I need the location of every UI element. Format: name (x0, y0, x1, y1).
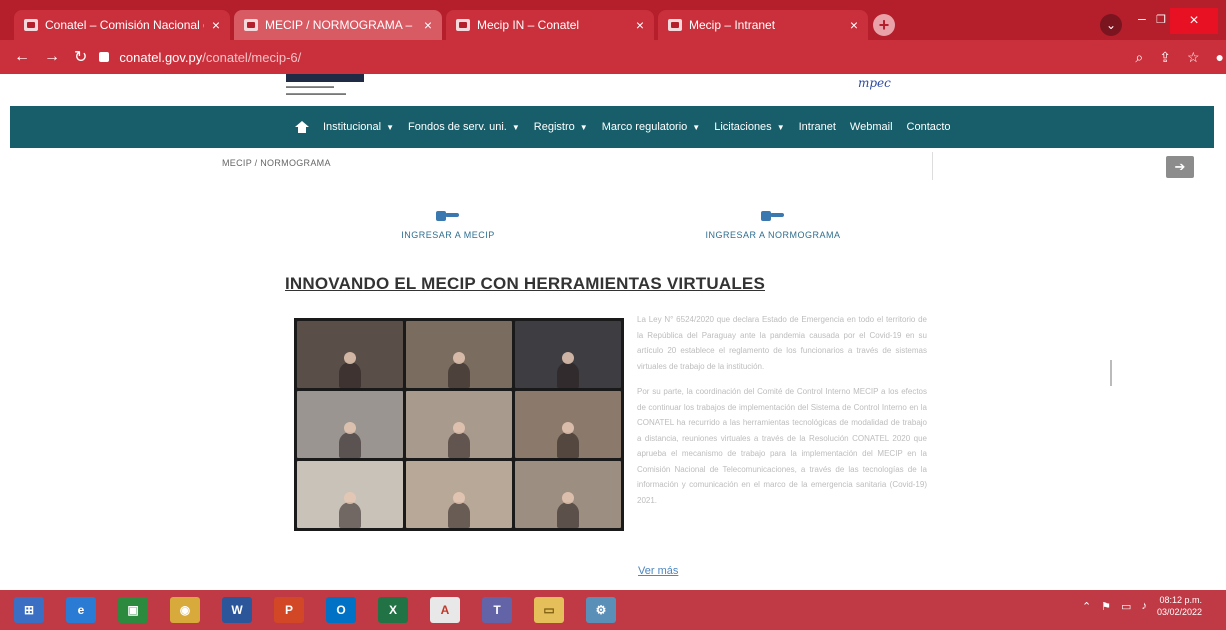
article-paragraph: La Ley N° 6524/2020 que declara Estado d… (637, 315, 927, 371)
tray-chevron-up-icon[interactable]: ⌃ (1082, 600, 1091, 613)
system-clock[interactable]: 08:12 p.m. 03/02/2022 (1157, 594, 1202, 618)
volume-icon[interactable]: ♪ (1141, 600, 1147, 612)
nav-item-fondos[interactable]: Fondos de serv. uni. ▼ (408, 121, 520, 133)
conatel-favicon-icon (24, 19, 38, 31)
participant-tile (406, 321, 512, 388)
tab-search-chevron-down-icon[interactable]: ⌄ (1100, 14, 1122, 36)
participant-tile (406, 461, 512, 528)
conatel-logo[interactable]: ▬▬▬▬▬▬▬▬ ▬▬▬▬▬▬▬▬▬▬ (286, 74, 364, 97)
clock-date: 03/02/2022 (1156, 607, 1202, 617)
scroll-indicator (1110, 360, 1112, 386)
excel-icon[interactable]: X (378, 597, 408, 623)
internet-explorer-icon[interactable]: e (66, 597, 96, 623)
windows-taskbar: ⊞ e ▣ ◉ W P O X A T ▭ ⚙ ⌃ ⚑ ▭ ♪ 08:12 p.… (0, 590, 1226, 630)
close-tab-icon[interactable]: × (424, 17, 432, 33)
tab-mecip-in[interactable]: Mecip IN – Conatel × (446, 10, 654, 40)
nav-item-webmail[interactable]: Webmail (850, 121, 893, 133)
tab-label: MECIP / NORMOGRAMA – Conat (265, 18, 416, 32)
nav-item-registro[interactable]: Registro ▼ (534, 121, 588, 133)
browser-tab-strip: Conatel – Comisión Nacional de × MECIP /… (0, 0, 1226, 40)
windows-start-icon[interactable]: ⊞ (14, 597, 44, 623)
store-icon[interactable]: ▣ (118, 597, 148, 623)
participant-tile (515, 321, 621, 388)
url-host: conatel.gov.py (119, 49, 203, 65)
network-settings-icon[interactable]: ⚙ (586, 597, 616, 623)
reload-icon[interactable]: ↻ (74, 47, 87, 67)
close-window-button[interactable]: × (1170, 8, 1218, 34)
site-header: ▬▬▬▬▬▬▬▬ ▬▬▬▬▬▬▬▬▬▬ mpec (0, 74, 1226, 106)
outlook-icon[interactable]: O (326, 597, 356, 623)
participant-tile (515, 391, 621, 458)
system-tray: ⌃ ⚑ ▭ ♪ 08:12 p.m. 03/02/2022 (1082, 594, 1202, 618)
tab-mecip-normograma[interactable]: MECIP / NORMOGRAMA – Conat × (234, 10, 442, 40)
nav-item-intranet[interactable]: Intranet (799, 121, 836, 133)
participant-tile (406, 391, 512, 458)
nav-item-marco-regulatorio[interactable]: Marco regulatorio ▼ (602, 121, 701, 133)
nav-item-contacto[interactable]: Contacto (907, 121, 951, 133)
close-tab-icon[interactable]: × (212, 17, 220, 33)
tab-label: Conatel – Comisión Nacional de (45, 18, 204, 32)
maximize-button[interactable]: ❐ (1156, 13, 1166, 26)
participant-tile (297, 391, 403, 458)
main-navbar: Institucional ▼ Fondos de serv. uni. ▼ Reg… (10, 106, 1214, 148)
next-arrow-button[interactable]: ➔ (1166, 156, 1194, 178)
chevron-down-icon: ▼ (692, 122, 701, 132)
entry-label: INGRESAR A MECIP (401, 230, 495, 240)
minimize-button[interactable]: – (1138, 10, 1146, 26)
profile-avatar-icon[interactable]: ● (1216, 49, 1224, 65)
article-title: INNOVANDO EL MECIP CON HERRAMIENTAS VIRT… (285, 274, 765, 293)
breadcrumb: MECIP / NORMOGRAMA (222, 158, 331, 168)
flag-icon[interactable]: ⚑ (1101, 600, 1111, 613)
share-icon[interactable]: ⇪ (1159, 49, 1171, 66)
chevron-down-icon: ▼ (579, 122, 588, 132)
chevron-down-icon: ▼ (511, 122, 520, 132)
ver-mas-link[interactable]: Ver más (638, 565, 678, 577)
address-bar[interactable]: conatel.gov.py /conatel/mecip-6/ (99, 45, 1119, 69)
mecip-logo-text: mpec (858, 76, 891, 90)
close-tab-icon[interactable]: × (850, 17, 858, 33)
pointing-hand-icon (436, 208, 460, 222)
conatel-favicon-icon (244, 19, 258, 31)
powerpoint-icon[interactable]: P (274, 597, 304, 623)
home-icon[interactable] (295, 121, 309, 133)
article-paragraph: Por su parte, la coordinación del Comité… (637, 387, 927, 505)
back-arrow-icon[interactable]: ← (14, 48, 30, 66)
search-icon[interactable]: ⌕ (1135, 49, 1143, 66)
tab-label: Mecip – Intranet (689, 18, 776, 32)
entry-label: INGRESAR A NORMOGRAMA (705, 230, 841, 240)
tab-mecip-intranet[interactable]: Mecip – Intranet × (658, 10, 868, 40)
clock-time: 08:12 p.m. (1159, 595, 1202, 605)
browser-toolbar: ← → ↻ conatel.gov.py /conatel/mecip-6/ ⌕… (0, 40, 1226, 74)
tab-label: Mecip IN – Conatel (477, 18, 580, 32)
chevron-down-icon: ▼ (386, 122, 395, 132)
file-explorer-icon[interactable]: ▭ (534, 597, 564, 623)
participant-tile (297, 461, 403, 528)
chrome-icon[interactable]: ◉ (170, 597, 200, 623)
pointing-hand-icon (761, 208, 785, 222)
video-call-photo (294, 318, 624, 531)
close-tab-icon[interactable]: × (636, 17, 644, 33)
conatel-favicon-icon (668, 19, 682, 31)
word-icon[interactable]: W (222, 597, 252, 623)
nav-item-institucional[interactable]: Institucional ▼ (323, 121, 394, 133)
bookmark-star-icon[interactable]: ☆ (1187, 49, 1200, 66)
ingresar-mecip-button[interactable]: INGRESAR A MECIP (386, 208, 510, 240)
participant-tile (515, 461, 621, 528)
teams-icon[interactable]: T (482, 597, 512, 623)
chevron-down-icon: ▼ (776, 122, 785, 132)
acrobat-icon[interactable]: A (430, 597, 460, 623)
nav-item-licitaciones[interactable]: Licitaciones ▼ (714, 121, 784, 133)
network-icon[interactable]: ▭ (1121, 600, 1131, 613)
article-body: La Ley N° 6524/2020 que declara Estado d… (637, 312, 927, 518)
ingresar-normograma-button[interactable]: INGRESAR A NORMOGRAMA (692, 208, 854, 240)
new-tab-button[interactable]: + (873, 14, 895, 36)
participant-tile (297, 321, 403, 388)
divider (932, 152, 933, 180)
lock-icon (99, 52, 110, 62)
url-path: /conatel/mecip-6/ (202, 49, 302, 65)
conatel-favicon-icon (456, 19, 470, 31)
forward-arrow-icon[interactable]: → (44, 48, 60, 66)
tab-conatel[interactable]: Conatel – Comisión Nacional de × (14, 10, 230, 40)
